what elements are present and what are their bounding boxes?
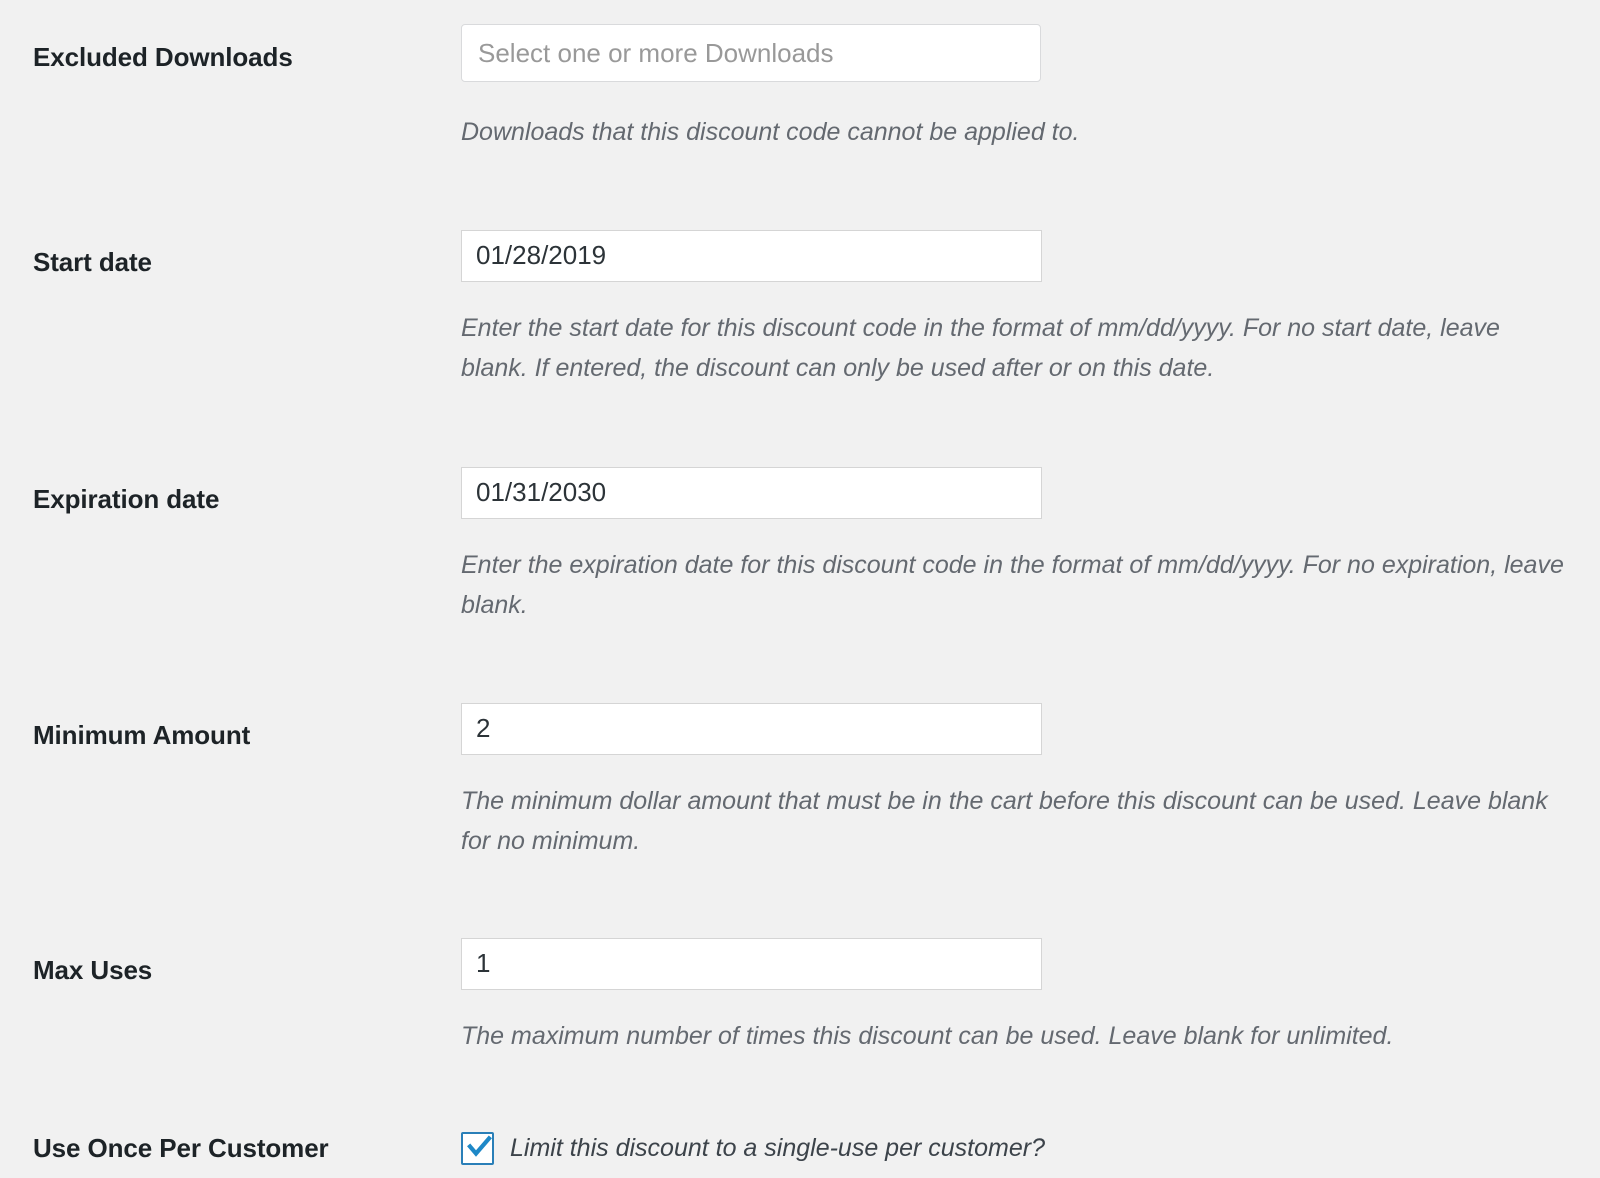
label-start-date: Start date — [33, 246, 152, 277]
field-row-use-once-per-customer: Use Once Per Customer Limit this discoun… — [0, 1132, 1600, 1165]
desc-wrap-start-date: Enter the start date for this discount c… — [461, 308, 1570, 389]
description-expiration-date: Enter the expiration date for this disco… — [461, 550, 1564, 620]
label-minimum-amount: Minimum Amount — [33, 719, 251, 750]
excluded-downloads-placeholder: Select one or more Downloads — [478, 37, 834, 68]
description-excluded-downloads: Downloads that this discount code cannot… — [461, 118, 1080, 146]
field-row-excluded-downloads: Excluded Downloads Select one or more Do… — [0, 24, 1600, 153]
control-cell-excluded-downloads: Select one or more Downloads Downloads t… — [461, 24, 1600, 153]
minimum-amount-input[interactable] — [461, 702, 1042, 755]
label-cell-excluded-downloads: Excluded Downloads — [0, 24, 461, 73]
control-cell-max-uses: The maximum number of times this discoun… — [461, 937, 1600, 1057]
label-cell-start-date: Start date — [0, 230, 461, 278]
label-use-once-per-customer: Use Once Per Customer — [33, 1133, 329, 1163]
use-once-checkbox-row[interactable]: Limit this discount to a single-use per … — [461, 1132, 1570, 1165]
control-cell-start-date: Enter the start date for this discount c… — [461, 229, 1600, 389]
label-cell-minimum-amount: Minimum Amount — [0, 703, 461, 751]
field-row-max-uses: Max Uses The maximum number of times thi… — [0, 937, 1600, 1057]
control-cell-expiration-date: Enter the expiration date for this disco… — [461, 466, 1600, 626]
excluded-downloads-select[interactable]: Select one or more Downloads — [461, 24, 1041, 82]
label-cell-expiration-date: Expiration date — [0, 467, 461, 515]
description-max-uses: The maximum number of times this discoun… — [461, 1021, 1394, 1050]
label-cell-use-once-per-customer: Use Once Per Customer — [0, 1132, 461, 1164]
expiration-date-input[interactable] — [461, 466, 1042, 519]
discount-code-form: Excluded Downloads Select one or more Do… — [0, 24, 1600, 1178]
control-cell-use-once-per-customer: Limit this discount to a single-use per … — [461, 1132, 1600, 1165]
use-once-checkbox[interactable] — [461, 1132, 494, 1165]
desc-wrap-max-uses: The maximum number of times this discoun… — [461, 1016, 1570, 1057]
label-cell-max-uses: Max Uses — [0, 938, 461, 986]
field-row-minimum-amount: Minimum Amount The minimum dollar amount… — [0, 702, 1600, 862]
label-max-uses: Max Uses — [33, 954, 153, 985]
max-uses-input[interactable] — [461, 937, 1042, 990]
field-row-start-date: Start date Enter the start date for this… — [0, 229, 1600, 389]
desc-wrap-minimum-amount: The minimum dollar amount that must be i… — [461, 781, 1570, 862]
field-row-expiration-date: Expiration date Enter the expiration dat… — [0, 466, 1600, 626]
desc-wrap-expiration-date: Enter the expiration date for this disco… — [461, 545, 1570, 626]
description-minimum-amount: The minimum dollar amount that must be i… — [461, 786, 1548, 856]
use-once-checkbox-label: Limit this discount to a single-use per … — [510, 1134, 1045, 1163]
start-date-input[interactable] — [461, 229, 1042, 282]
label-excluded-downloads: Excluded Downloads — [33, 42, 293, 72]
control-cell-minimum-amount: The minimum dollar amount that must be i… — [461, 702, 1600, 862]
label-expiration-date: Expiration date — [33, 483, 220, 514]
desc-wrap-excluded-downloads: Downloads that this discount code cannot… — [461, 112, 1570, 153]
checkmark-icon — [467, 1135, 492, 1157]
description-start-date: Enter the start date for this discount c… — [461, 313, 1500, 383]
